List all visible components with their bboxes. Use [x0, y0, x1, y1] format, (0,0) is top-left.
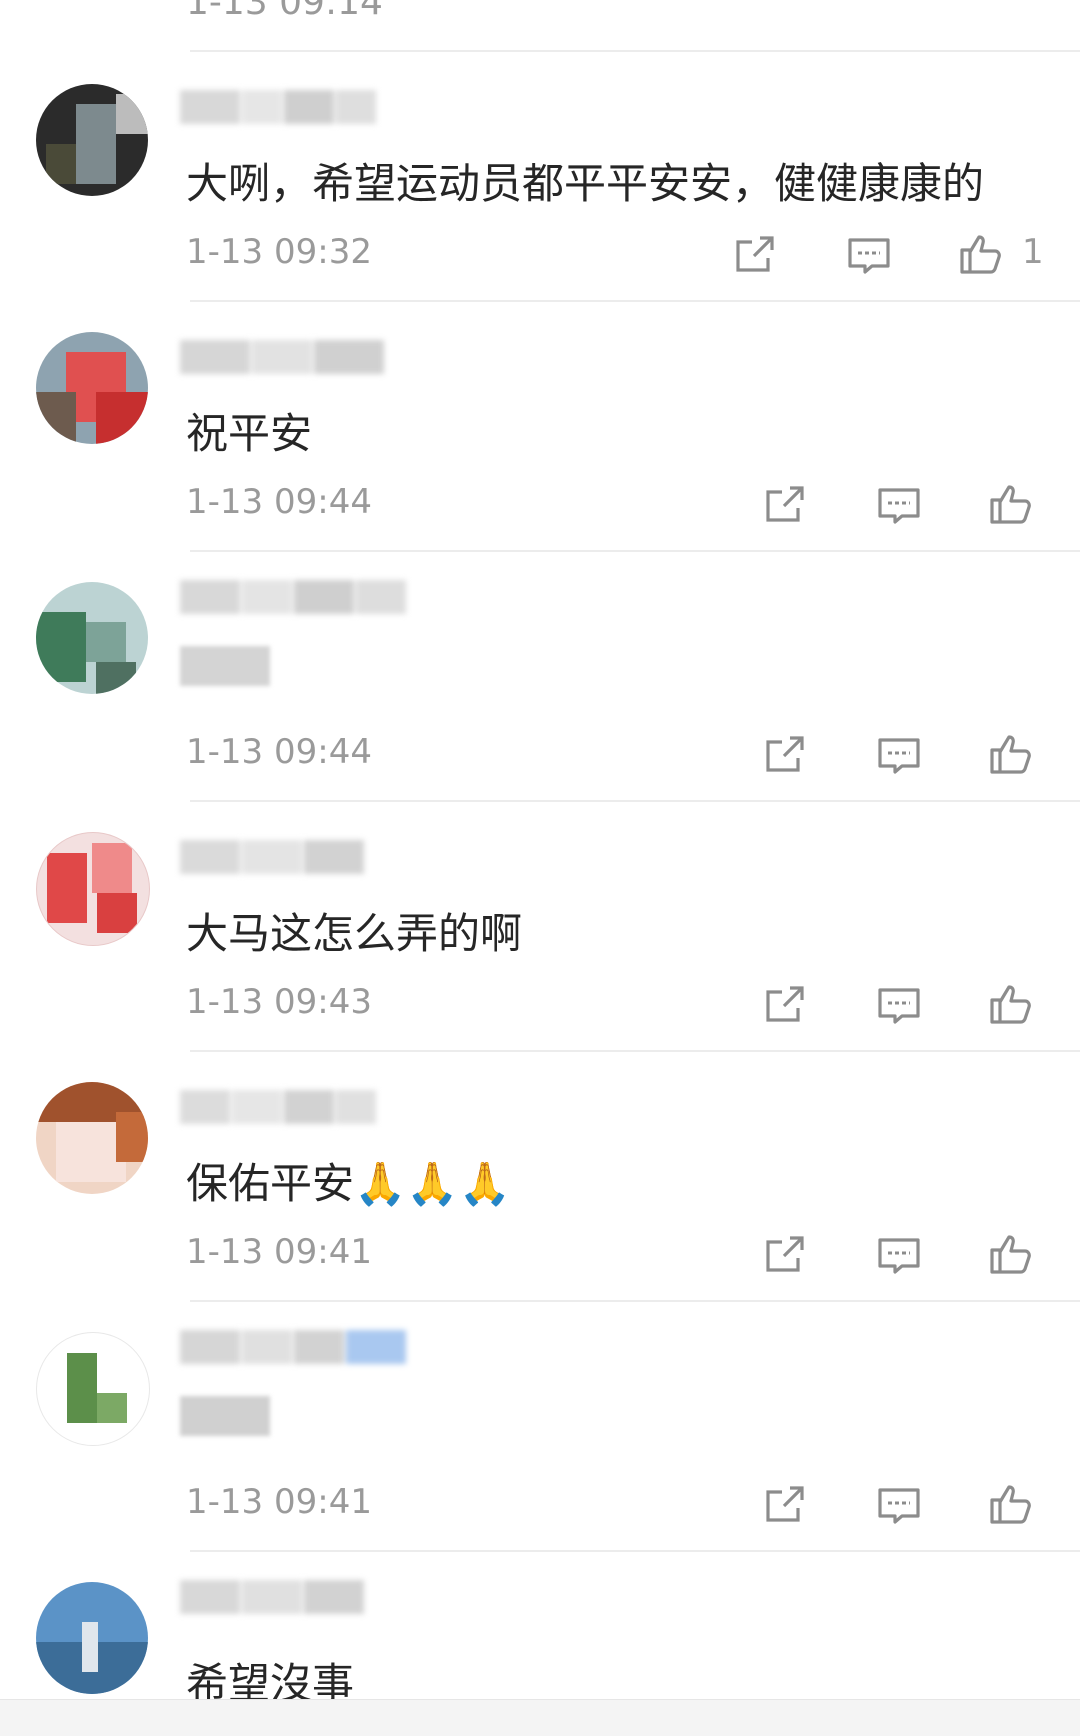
avatar[interactable] [36, 1582, 148, 1694]
comment-text-redacted [180, 1396, 270, 1440]
share-forward-icon [766, 1486, 804, 1522]
comment-time: 1-13 09:41 [186, 1232, 372, 1272]
like-button[interactable] [988, 980, 1034, 1026]
forward-button[interactable] [732, 232, 778, 278]
forward-button[interactable] [762, 1482, 808, 1528]
forward-button[interactable] [762, 732, 808, 778]
comment-bubble-icon [878, 988, 920, 1024]
thumbs-up-icon [990, 485, 1031, 524]
forward-button[interactable] [762, 1232, 808, 1278]
comment-item: 1-13 09:44 [0, 550, 1080, 800]
username-redacted[interactable] [180, 340, 386, 380]
like-count: 1 [1022, 232, 1044, 272]
share-forward-icon [766, 1236, 804, 1272]
avatar[interactable] [36, 332, 148, 444]
like-button[interactable] [958, 230, 1004, 276]
comment-bubble-icon [878, 1488, 920, 1524]
avatar[interactable] [36, 832, 150, 946]
share-forward-icon [766, 986, 804, 1022]
comment-text: 大咧，希望运动员都平平安安，健健康康的 [186, 159, 985, 208]
username-redacted[interactable] [180, 90, 378, 130]
avatar[interactable] [36, 1082, 148, 1194]
share-forward-icon [736, 236, 774, 272]
thumbs-up-icon [990, 985, 1031, 1024]
comment-feed: 1-13 09:14 大咧，希望运动员都平平安安，健健康康的 1-13 09:3… [0, 0, 1080, 1736]
thumbs-up-icon [990, 735, 1031, 774]
comment-bubble-icon [848, 238, 890, 274]
username-redacted[interactable] [180, 1090, 378, 1130]
comment-time: 1-13 09:44 [186, 732, 372, 772]
comment-time: 1-13 09:41 [186, 1482, 372, 1522]
thumbs-up-icon [990, 1485, 1031, 1524]
comment-item: 大马这怎么弄的啊 1-13 09:43 [0, 800, 1080, 1050]
comment-text: 祝平安 [186, 409, 313, 458]
username-redacted[interactable] [180, 580, 408, 620]
share-forward-icon [766, 486, 804, 522]
avatar[interactable] [36, 1332, 150, 1446]
comment-button[interactable] [876, 982, 922, 1028]
thumbs-up-icon [960, 235, 1001, 274]
comment-item: 祝平安 1-13 09:44 [0, 300, 1080, 550]
forward-button[interactable] [762, 482, 808, 528]
comment-time: 1-13 09:43 [186, 982, 372, 1022]
comment-time: 1-13 09:44 [186, 482, 372, 522]
comment-item: 大咧，希望运动员都平平安安，健健康康的 1-13 09:32 1 [0, 50, 1080, 300]
comment-button[interactable] [876, 482, 922, 528]
comment-text-redacted [180, 646, 270, 690]
comment-time: 1-13 09:32 [186, 232, 372, 272]
share-forward-icon [766, 736, 804, 772]
username-redacted[interactable] [180, 840, 366, 880]
username-redacted[interactable] [180, 1580, 366, 1620]
comment-bubble-icon [878, 738, 920, 774]
comment-item: 保佑平安🙏🙏🙏 1-13 09:41 [0, 1050, 1080, 1300]
comment-button[interactable] [876, 732, 922, 778]
username-redacted[interactable] [180, 1330, 408, 1370]
like-button[interactable] [988, 1480, 1034, 1526]
thumbs-up-icon [990, 1235, 1031, 1274]
comment-text: 大马这怎么弄的啊 [186, 909, 523, 958]
comment-row-partial: 1-13 09:14 [0, 0, 1080, 50]
comment-text: 保佑平安🙏🙏🙏 [186, 1159, 511, 1208]
bottom-bar [0, 1699, 1080, 1736]
comment-bubble-icon [878, 488, 920, 524]
comment-bubble-icon [878, 1238, 920, 1274]
like-button[interactable] [988, 1230, 1034, 1276]
comment-button[interactable] [846, 232, 892, 278]
comment-button[interactable] [876, 1232, 922, 1278]
like-button[interactable] [988, 730, 1034, 776]
forward-button[interactable] [762, 982, 808, 1028]
avatar[interactable] [36, 84, 148, 196]
comment-button[interactable] [876, 1482, 922, 1528]
avatar[interactable] [36, 582, 148, 694]
comment-item: 1-13 09:41 [0, 1300, 1080, 1550]
like-button[interactable] [988, 480, 1034, 526]
